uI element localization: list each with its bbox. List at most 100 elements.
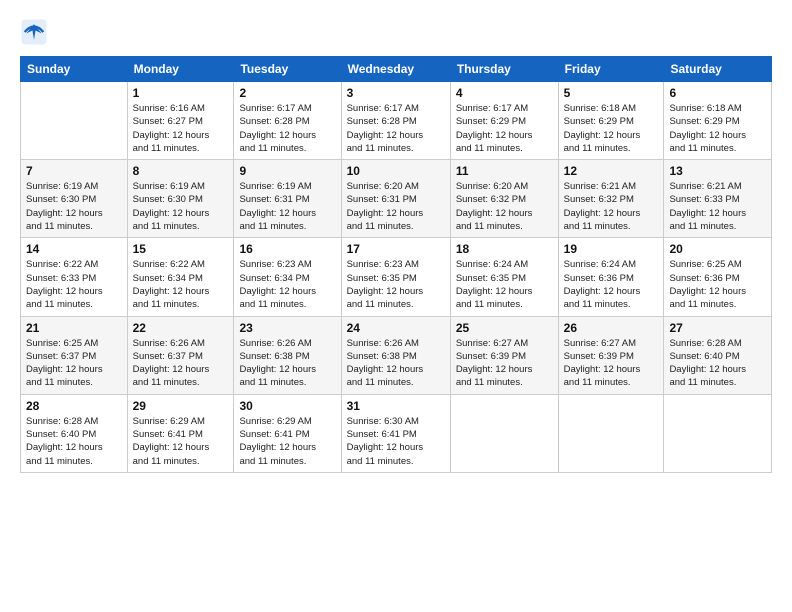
day-info: Sunrise: 6:20 AM Sunset: 6:32 PM Dayligh… [456,180,553,233]
calendar-cell [558,394,664,472]
day-number: 25 [456,321,553,335]
calendar-cell: 24 Sunrise: 6:26 AM Sunset: 6:38 PM Dayli… [341,316,450,394]
calendar-cell: 5Sunrise: 6:18 AM Sunset: 6:29 PM Daylig… [558,82,664,160]
calendar-cell [664,394,772,472]
day-number: 16 [239,242,335,256]
day-info: Sunrise: 6:27 AM Sunset: 6:39 PM Dayligh… [564,337,659,390]
day-info: Sunrise: 6:19 AM Sunset: 6:31 PM Dayligh… [239,180,335,233]
day-info: Sunrise: 6:25 AM Sunset: 6:37 PM Dayligh… [26,337,122,390]
calendar-cell: 8 Sunrise: 6:19 AM Sunset: 6:30 PM Daylig… [127,160,234,238]
day-info: Sunrise: 6:17 AM Sunset: 6:28 PM Dayligh… [239,102,335,155]
day-number: 2 [239,86,335,100]
day-number: 20 [669,242,766,256]
day-number: 31 [347,399,445,413]
day-info: Sunrise: 6:26 AM Sunset: 6:37 PM Dayligh… [133,337,229,390]
day-number: 28 [26,399,122,413]
calendar-cell: 1Sunrise: 6:16 AM Sunset: 6:27 PM Daylig… [127,82,234,160]
day-info: Sunrise: 6:20 AM Sunset: 6:31 PM Dayligh… [347,180,445,233]
week-row-1: 1Sunrise: 6:16 AM Sunset: 6:27 PM Daylig… [21,82,772,160]
calendar-cell: 29Sunrise: 6:29 AM Sunset: 6:41 PM Dayli… [127,394,234,472]
calendar-cell: 21Sunrise: 6:25 AM Sunset: 6:37 PM Dayli… [21,316,128,394]
calendar-cell: 3 Sunrise: 6:17 AM Sunset: 6:28 PM Daylig… [341,82,450,160]
calendar-cell: 19 Sunrise: 6:24 AM Sunset: 6:36 PM Dayli… [558,238,664,316]
week-row-3: 14 Sunrise: 6:22 AM Sunset: 6:33 PM Dayli… [21,238,772,316]
day-number: 13 [669,164,766,178]
day-info: Sunrise: 6:23 AM Sunset: 6:34 PM Dayligh… [239,258,335,311]
calendar-cell: 22 Sunrise: 6:26 AM Sunset: 6:37 PM Dayli… [127,316,234,394]
week-row-2: 7Sunrise: 6:19 AM Sunset: 6:30 PM Daylig… [21,160,772,238]
day-number: 14 [26,242,122,256]
calendar-cell: 12Sunrise: 6:21 AM Sunset: 6:32 PM Dayli… [558,160,664,238]
day-info: Sunrise: 6:26 AM Sunset: 6:38 PM Dayligh… [347,337,445,390]
calendar-cell: 6Sunrise: 6:18 AM Sunset: 6:29 PM Daylig… [664,82,772,160]
day-number: 24 [347,321,445,335]
calendar-cell: 26 Sunrise: 6:27 AM Sunset: 6:39 PM Dayli… [558,316,664,394]
day-number: 1 [133,86,229,100]
header-day-sunday: Sunday [21,57,128,82]
day-number: 15 [133,242,229,256]
calendar-table: SundayMondayTuesdayWednesdayThursdayFrid… [20,56,772,473]
day-info: Sunrise: 6:24 AM Sunset: 6:36 PM Dayligh… [564,258,659,311]
calendar-cell [21,82,128,160]
day-info: Sunrise: 6:26 AM Sunset: 6:38 PM Dayligh… [239,337,335,390]
calendar-cell: 30Sunrise: 6:29 AM Sunset: 6:41 PM Dayli… [234,394,341,472]
calendar-cell: 4 Sunrise: 6:17 AM Sunset: 6:29 PM Daylig… [450,82,558,160]
calendar-cell: 15Sunrise: 6:22 AM Sunset: 6:34 PM Dayli… [127,238,234,316]
day-info: Sunrise: 6:17 AM Sunset: 6:28 PM Dayligh… [347,102,445,155]
logo [20,18,54,46]
calendar-cell [450,394,558,472]
day-number: 5 [564,86,659,100]
day-info: Sunrise: 6:28 AM Sunset: 6:40 PM Dayligh… [669,337,766,390]
calendar-cell: 25Sunrise: 6:27 AM Sunset: 6:39 PM Dayli… [450,316,558,394]
day-info: Sunrise: 6:19 AM Sunset: 6:30 PM Dayligh… [26,180,122,233]
calendar-cell: 9 Sunrise: 6:19 AM Sunset: 6:31 PM Daylig… [234,160,341,238]
page: SundayMondayTuesdayWednesdayThursdayFrid… [0,0,792,612]
day-number: 9 [239,164,335,178]
day-number: 17 [347,242,445,256]
header-day-friday: Friday [558,57,664,82]
calendar-cell: 7Sunrise: 6:19 AM Sunset: 6:30 PM Daylig… [21,160,128,238]
calendar-cell: 2 Sunrise: 6:17 AM Sunset: 6:28 PM Daylig… [234,82,341,160]
week-row-5: 28Sunrise: 6:28 AM Sunset: 6:40 PM Dayli… [21,394,772,472]
day-number: 10 [347,164,445,178]
header-day-saturday: Saturday [664,57,772,82]
day-number: 22 [133,321,229,335]
day-info: Sunrise: 6:24 AM Sunset: 6:35 PM Dayligh… [456,258,553,311]
day-info: Sunrise: 6:25 AM Sunset: 6:36 PM Dayligh… [669,258,766,311]
header-day-tuesday: Tuesday [234,57,341,82]
calendar-cell: 14 Sunrise: 6:22 AM Sunset: 6:33 PM Dayli… [21,238,128,316]
header-day-monday: Monday [127,57,234,82]
day-info: Sunrise: 6:29 AM Sunset: 6:41 PM Dayligh… [133,415,229,468]
day-info: Sunrise: 6:21 AM Sunset: 6:33 PM Dayligh… [669,180,766,233]
day-number: 3 [347,86,445,100]
day-info: Sunrise: 6:19 AM Sunset: 6:30 PM Dayligh… [133,180,229,233]
day-number: 19 [564,242,659,256]
day-info: Sunrise: 6:29 AM Sunset: 6:41 PM Dayligh… [239,415,335,468]
calendar-cell: 16 Sunrise: 6:23 AM Sunset: 6:34 PM Dayli… [234,238,341,316]
day-number: 23 [239,321,335,335]
calendar-cell: 11 Sunrise: 6:20 AM Sunset: 6:32 PM Dayli… [450,160,558,238]
calendar-cell: 23 Sunrise: 6:26 AM Sunset: 6:38 PM Dayli… [234,316,341,394]
calendar-cell: 17Sunrise: 6:23 AM Sunset: 6:35 PM Dayli… [341,238,450,316]
calendar-cell: 20 Sunrise: 6:25 AM Sunset: 6:36 PM Dayli… [664,238,772,316]
calendar-cell: 31Sunrise: 6:30 AM Sunset: 6:41 PM Dayli… [341,394,450,472]
day-info: Sunrise: 6:22 AM Sunset: 6:33 PM Dayligh… [26,258,122,311]
week-row-4: 21Sunrise: 6:25 AM Sunset: 6:37 PM Dayli… [21,316,772,394]
day-number: 12 [564,164,659,178]
day-number: 6 [669,86,766,100]
day-number: 4 [456,86,553,100]
logo-icon [20,18,48,46]
header-day-thursday: Thursday [450,57,558,82]
day-number: 27 [669,321,766,335]
calendar-cell: 10 Sunrise: 6:20 AM Sunset: 6:31 PM Dayli… [341,160,450,238]
calendar-header-row: SundayMondayTuesdayWednesdayThursdayFrid… [21,57,772,82]
header-day-wednesday: Wednesday [341,57,450,82]
day-number: 18 [456,242,553,256]
day-number: 26 [564,321,659,335]
day-info: Sunrise: 6:17 AM Sunset: 6:29 PM Dayligh… [456,102,553,155]
header [20,18,772,46]
day-number: 8 [133,164,229,178]
calendar-cell: 13 Sunrise: 6:21 AM Sunset: 6:33 PM Dayli… [664,160,772,238]
calendar-cell: 18 Sunrise: 6:24 AM Sunset: 6:35 PM Dayli… [450,238,558,316]
day-number: 11 [456,164,553,178]
